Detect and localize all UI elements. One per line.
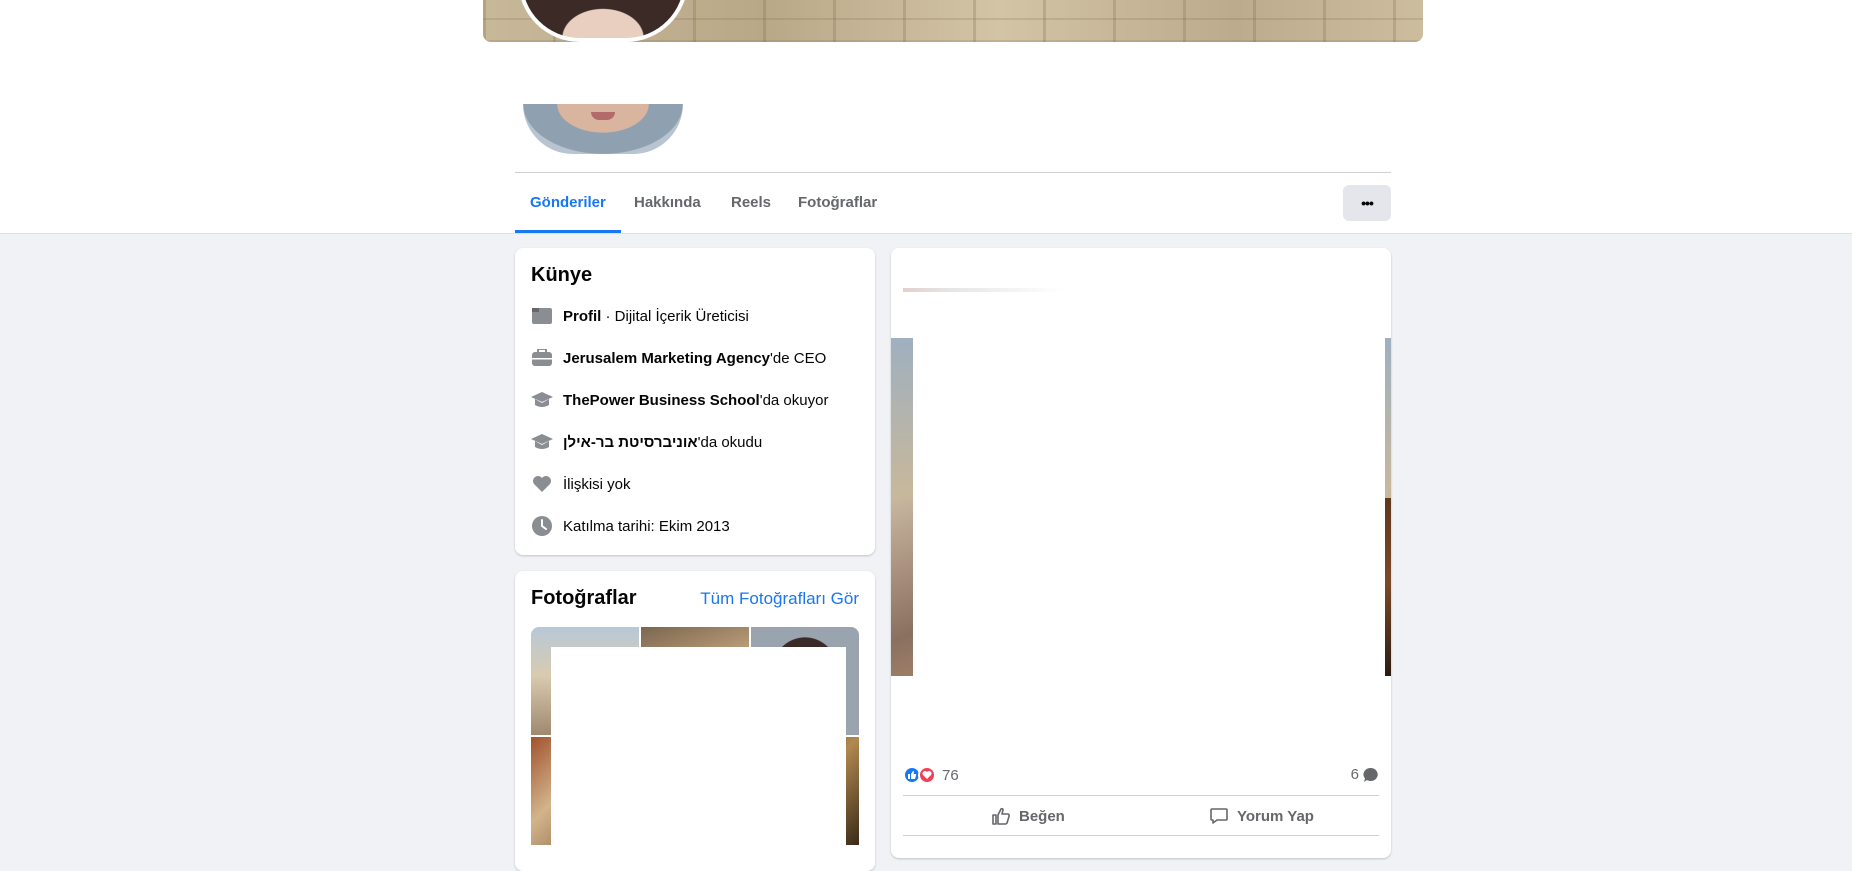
briefcase-icon: [531, 348, 553, 368]
heart-icon: [531, 474, 553, 494]
graduation-cap-icon: [531, 390, 553, 410]
post-author-blur: [903, 288, 1063, 292]
intro-item-text: · Dijital İçerik Üreticisi: [601, 307, 749, 325]
photos-card: Fotoğraflar Tüm Fotoğrafları Gör: [515, 571, 875, 871]
comment-bubble-icon: [1363, 767, 1379, 783]
comment-count: 6: [1350, 766, 1359, 783]
like-button[interactable]: Beğen: [991, 800, 1065, 832]
intro-item-text: 'da okuyor: [759, 391, 829, 409]
intro-title: Künye: [531, 264, 593, 286]
intro-item-page: Profil · Dijital İçerik Üreticisi: [531, 304, 749, 328]
page-flag-icon: [531, 306, 553, 326]
profile-picture-lower[interactable]: [523, 104, 683, 154]
intro-item-text: Katılma tarihi: Ekim 2013: [563, 517, 730, 535]
intro-item-studied: אוניברסיטת בר-אילן'da okudu: [531, 430, 762, 454]
intro-item-text: İlişkisi yok: [563, 475, 631, 493]
comment-button[interactable]: Yorum Yap: [1209, 800, 1314, 832]
tab-reels[interactable]: Reels: [716, 185, 786, 233]
see-all-photos-link[interactable]: Tüm Fotoğrafları Gör: [700, 589, 859, 609]
post-overlay: [913, 336, 1385, 738]
photo-overlay: [551, 647, 846, 871]
intro-item-work: Jerusalem Marketing Agency'de CEO: [531, 346, 826, 370]
clock-icon: [531, 516, 553, 536]
reaction-count: 76: [942, 766, 959, 784]
intro-item-relationship: İlişkisi yok: [531, 472, 631, 496]
intro-item-bold[interactable]: ThePower Business School: [563, 392, 760, 409]
intro-card: Künye Profil · Dijital İçerik Üreticisi …: [515, 248, 875, 555]
comment-label: Yorum Yap: [1237, 807, 1314, 825]
intro-item-bold[interactable]: אוניברסיטת בר-אילן: [563, 434, 698, 451]
post-header: [891, 248, 1391, 338]
photos-title: Fotoğraflar: [531, 587, 637, 609]
tab-about[interactable]: Hakkında: [619, 185, 716, 233]
thumbs-up-icon: [992, 807, 1010, 825]
tab-photos[interactable]: Fotoğraflar: [783, 185, 892, 233]
intro-item-bold[interactable]: Profil: [563, 308, 601, 325]
comment-summary[interactable]: 6: [1351, 766, 1379, 783]
comment-icon: [1210, 808, 1228, 824]
post-card: 76 6 Beğen Yorum Yap: [891, 248, 1391, 858]
graduation-cap-icon: [531, 432, 553, 452]
reaction-summary[interactable]: 76: [903, 766, 959, 784]
intro-item-studying: ThePower Business School'da okuyor: [531, 388, 828, 412]
more-dots-icon: •••: [1361, 195, 1374, 211]
tab-posts[interactable]: Gönderiler: [515, 185, 621, 233]
post-divider: [903, 795, 1379, 796]
intro-item-text: 'da okudu: [697, 433, 763, 451]
more-options-button[interactable]: •••: [1343, 185, 1391, 221]
intro-item-text: 'de CEO: [770, 349, 827, 367]
post-divider: [903, 835, 1379, 836]
love-reaction-icon: [918, 766, 936, 784]
intro-item-joined: Katılma tarihi: Ekim 2013: [531, 514, 730, 538]
like-label: Beğen: [1019, 807, 1065, 825]
header-divider: [515, 172, 1391, 173]
intro-item-bold[interactable]: Jerusalem Marketing Agency: [563, 350, 770, 367]
